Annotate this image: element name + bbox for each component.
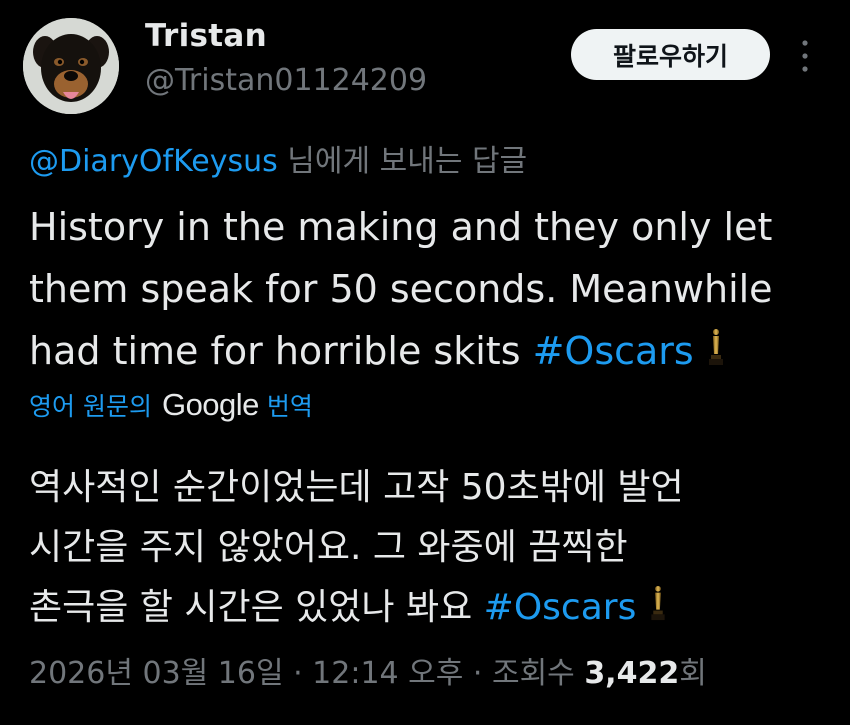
translated-line-2: 시간을 주지 않았어요. 그 와중에 끔찍한 — [29, 527, 628, 568]
translated-line-1: 역사적인 순간이었는데 고작 50초밖에 발언 — [29, 467, 684, 508]
views-count: 3,422 — [584, 656, 680, 691]
translation-prefix: 영어 원문의 — [29, 392, 152, 421]
translated-text: 역사적인 순간이었는데 고작 50초밖에 발언 시간을 주지 않았어요. 그 와… — [29, 458, 839, 640]
avatar[interactable] — [23, 18, 119, 114]
reply-context: @DiaryOfKeysus 님에게 보내는 답글 — [29, 136, 527, 180]
more-vertical-icon[interactable] — [797, 38, 813, 74]
tweet-line-3: had time for horrible skits #Oscars — [29, 320, 839, 384]
tweet-meta: 2026년 03월 16일 · 12:14 오후 · 조회수 3,422회 — [29, 648, 707, 692]
hashtag-oscars-link[interactable]: #Oscars — [533, 329, 694, 373]
reply-suffix: 님에게 보내는 답글 — [277, 144, 528, 179]
translation-attribution[interactable]: 영어 원문의 Google 번역 — [29, 387, 313, 423]
tweet-timestamp[interactable]: 2026년 03월 16일 · 12:14 오후 · 조회수 — [29, 656, 584, 691]
tweet-text: History in the making and they only let … — [29, 196, 839, 384]
user-handle[interactable]: @Tristan01124209 — [145, 63, 427, 98]
tweet-line-3-text: had time for horrible skits — [29, 329, 533, 373]
translated-hashtag-oscars-link[interactable]: #Oscars — [484, 587, 637, 628]
tweet-line-2: them speak for 50 seconds. Meanwhile — [29, 267, 773, 311]
translated-line-3: 촌극을 할 시간은 있었나 봐요 #Oscars — [29, 578, 839, 640]
follow-button[interactable]: 팔로우하기 — [571, 29, 770, 80]
tweet-line-1: History in the making and they only let — [29, 205, 773, 249]
oscar-trophy-icon — [708, 322, 724, 384]
oscar-trophy-icon — [650, 580, 666, 640]
google-logo: Google — [161, 387, 259, 422]
translated-line-3-text: 촌극을 할 시간은 있었나 봐요 — [29, 587, 484, 628]
views-suffix: 회 — [679, 656, 707, 691]
translation-suffix: 번역 — [266, 392, 313, 421]
user-display-name[interactable]: Tristan — [145, 18, 267, 54]
rottweiler-avatar-icon — [23, 18, 119, 114]
reply-mention-link[interactable]: @DiaryOfKeysus — [29, 144, 278, 179]
